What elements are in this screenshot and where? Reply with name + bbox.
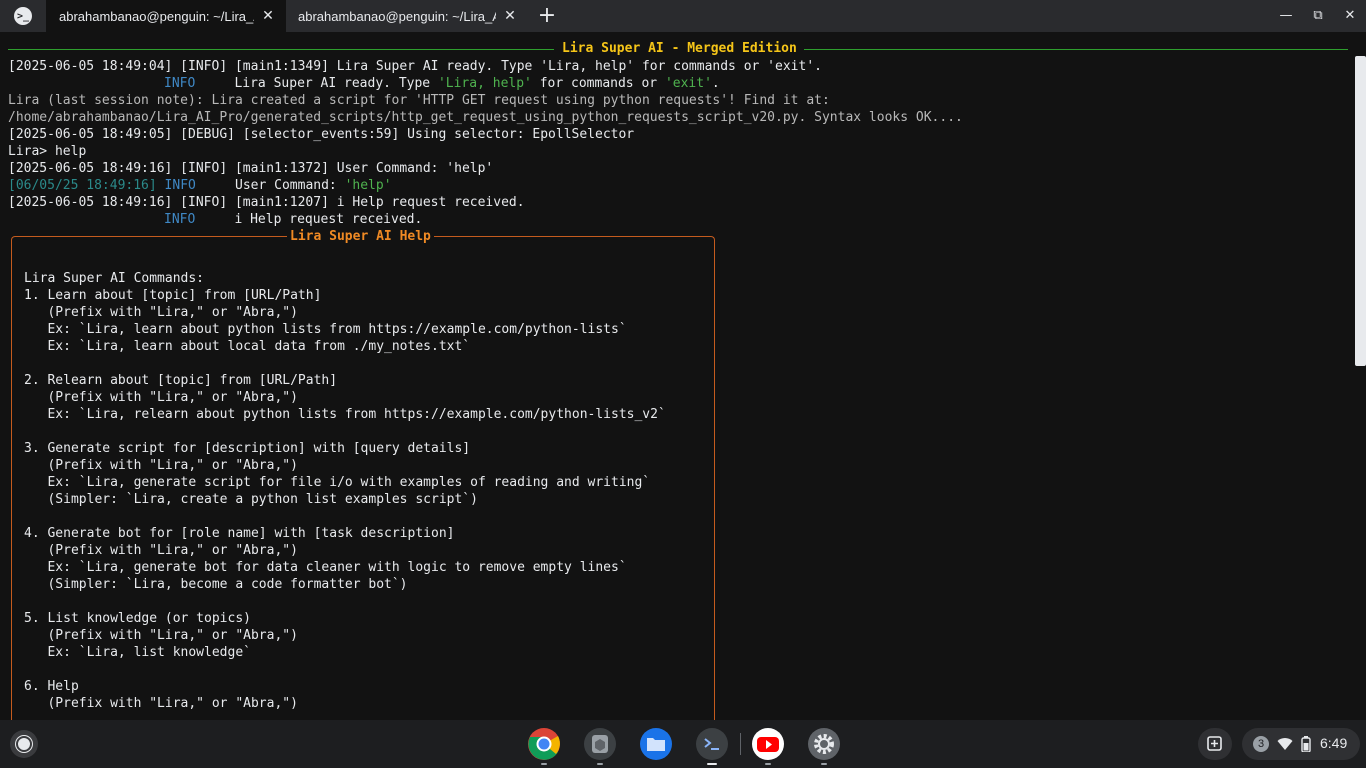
settings-icon[interactable] (807, 727, 841, 761)
banner-rule-left (8, 49, 554, 50)
banner-rule-right (804, 49, 1348, 50)
tab-terminal-2[interactable]: abrahambanao@penguin: ~/Lira_AI_Pro ✕ (286, 0, 528, 32)
close-tab-icon[interactable]: ✕ (502, 8, 518, 24)
help-line: Ex: `Lira, learn about python lists from… (24, 322, 627, 337)
running-indicator (821, 763, 827, 765)
help-line: (Prefix with "Lira," or "Abra,") (24, 390, 298, 405)
help-line: (Prefix with "Lira," or "Abra,") (24, 628, 298, 643)
rich-log-line: INFO Lira Super AI ready. Type 'Lira, he… (164, 76, 720, 91)
maximize-button[interactable]: ⧉ (1308, 6, 1328, 26)
launcher-button[interactable] (10, 730, 38, 758)
help-line: 4. Generate bot for [role name] with [ta… (24, 526, 455, 541)
shelf-divider (740, 733, 741, 755)
wifi-icon (1277, 738, 1293, 750)
terminal-app-icon[interactable]: >_ (10, 6, 36, 26)
help-line: Ex: `Lira, generate script for file i/o … (24, 475, 651, 490)
help-line: (Simpler: `Lira, create a python list ex… (24, 492, 478, 507)
help-line: Ex: `Lira, generate bot for data cleaner… (24, 560, 627, 575)
notification-count-badge: 3 (1253, 736, 1269, 752)
shelf (0, 720, 1366, 768)
help-line: 1. Learn about [topic] from [URL/Path] (24, 288, 322, 303)
help-line: (Prefix with "Lira," or "Abra,") (24, 305, 298, 320)
log-line: [2025-06-05 18:49:16] [INFO] [main1:1207… (8, 195, 525, 210)
help-line: 3. Generate script for [description] wit… (24, 441, 471, 456)
tab-title: abrahambanao@penguin: ~/Lira_AI_Pro (298, 8, 496, 24)
log-line: [2025-06-05 18:49:04] [INFO] [main1:1349… (8, 59, 822, 74)
rich-log-line: [06/05/25 18:49:16] INFO User Command: '… (8, 178, 392, 193)
clock: 6:49 (1320, 735, 1348, 751)
prompt-line: Lira> help (8, 144, 87, 159)
help-line: (Prefix with "Lira," or "Abra,") (24, 696, 298, 711)
help-line: Lira Super AI Commands: (24, 271, 205, 286)
new-tab-button[interactable]: + (536, 5, 558, 27)
tab-bar: >_ abrahambanao@penguin: ~/Lira_AI_Pro ✕… (0, 0, 1366, 32)
screen-capture-icon (1207, 736, 1222, 751)
tab-title: abrahambanao@penguin: ~/Lira_AI_Pro (59, 8, 254, 24)
log-line: [2025-06-05 18:49:05] [DEBUG] [selector_… (8, 127, 635, 142)
help-line: (Prefix with "Lira," or "Abra,") (24, 458, 298, 473)
running-indicator (597, 763, 603, 765)
log-line: [2025-06-05 18:49:16] [INFO] [main1:1372… (8, 161, 494, 176)
help-line: (Simpler: `Lira, become a code formatter… (24, 577, 408, 592)
chrome-icon[interactable] (527, 727, 561, 761)
launcher-icon (16, 736, 32, 752)
running-indicator (765, 763, 771, 765)
app-icon[interactable] (583, 727, 617, 761)
files-icon[interactable] (639, 727, 673, 761)
session-note-line: Lira (last session note): Lira created a… (8, 93, 830, 108)
rich-log-line: INFO i Help request received. (164, 212, 423, 227)
help-panel-title: Lira Super AI Help (287, 228, 434, 245)
screen-capture-button[interactable] (1198, 728, 1232, 760)
help-line: (Prefix with "Lira," or "Abra,") (24, 543, 298, 558)
help-line: Ex: `Lira, learn about local data from .… (24, 339, 471, 354)
terminal-icon[interactable] (695, 727, 729, 761)
close-tab-icon[interactable]: ✕ (260, 8, 276, 24)
active-indicator (707, 763, 717, 765)
status-tray[interactable]: 3 6:49 (1242, 728, 1360, 760)
help-line: Ex: `Lira, relearn about python lists fr… (24, 407, 666, 422)
help-line: 5. List knowledge (or topics) (24, 611, 251, 626)
close-window-button[interactable]: ✕ (1340, 6, 1360, 26)
youtube-icon[interactable] (751, 727, 785, 761)
help-line: 2. Relearn about [topic] from [URL/Path] (24, 373, 338, 388)
session-note-path: /home/abrahambanao/Lira_AI_Pro/generated… (8, 110, 963, 125)
scrollbar-thumb[interactable] (1355, 56, 1366, 366)
running-indicator (541, 763, 547, 765)
banner-title: Lira Super AI - Merged Edition (562, 41, 797, 56)
tab-terminal-1[interactable]: abrahambanao@penguin: ~/Lira_AI_Pro ✕ (46, 0, 286, 32)
terminal-output[interactable]: Lira Super AI - Merged Edition [2025-06-… (0, 32, 1366, 720)
minimize-button[interactable]: — (1276, 6, 1296, 26)
battery-icon (1301, 736, 1311, 752)
help-line: Ex: `Lira, list knowledge` (24, 645, 251, 660)
help-line: 6. Help (24, 679, 79, 694)
